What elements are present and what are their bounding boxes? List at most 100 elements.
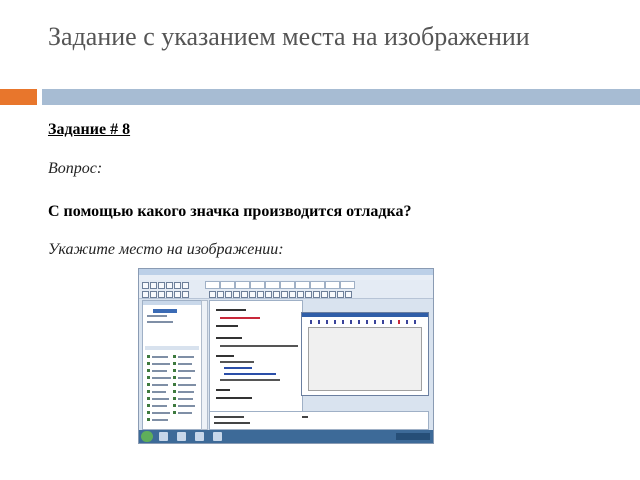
palette-item[interactable] [152, 419, 168, 421]
palette-tab[interactable] [235, 281, 250, 289]
toolbar-button-icon[interactable] [297, 291, 304, 298]
taskbar-app-icon[interactable] [177, 432, 186, 441]
palette-item-icon[interactable] [147, 418, 150, 421]
palette-item[interactable] [178, 405, 195, 407]
palette-tab[interactable] [205, 281, 220, 289]
palette-item[interactable] [152, 391, 166, 393]
palette-item[interactable] [152, 370, 167, 372]
toolbar-button-icon[interactable] [209, 291, 216, 298]
toolbar-button-icon[interactable] [249, 291, 256, 298]
palette-item-icon[interactable] [173, 362, 176, 365]
toolbar-button-icon[interactable] [281, 291, 288, 298]
palette-tab[interactable] [280, 281, 295, 289]
ide-screenshot[interactable] [138, 268, 434, 444]
toolbar-button-icon[interactable] [337, 291, 344, 298]
toolbar-button-icon[interactable] [233, 291, 240, 298]
toolbar-button-icon[interactable] [150, 282, 157, 289]
toolbar-debug[interactable] [139, 289, 433, 299]
toolbar-button-icon[interactable] [174, 282, 181, 289]
palette-item-icon[interactable] [147, 355, 150, 358]
palette-tab[interactable] [250, 281, 265, 289]
toolbar-button-icon[interactable] [321, 291, 328, 298]
palette-tab[interactable] [265, 281, 280, 289]
toolbar-button-icon[interactable] [289, 291, 296, 298]
tree-item[interactable] [147, 315, 167, 317]
toolbar-button-icon[interactable] [150, 291, 157, 298]
project-tree-panel[interactable] [142, 300, 202, 430]
palette-item-icon[interactable] [147, 397, 150, 400]
toolbar-button-icon[interactable] [142, 282, 149, 289]
toolbar-button-icon[interactable] [241, 291, 248, 298]
toolbar-button-icon[interactable] [305, 291, 312, 298]
palette-item-icon[interactable] [147, 390, 150, 393]
palette-item[interactable] [152, 356, 168, 358]
tree-item[interactable] [147, 321, 173, 323]
palette-item-icon[interactable] [173, 376, 176, 379]
grid-dot [342, 320, 344, 324]
palette-tab[interactable] [295, 281, 310, 289]
palette-item[interactable] [152, 398, 169, 400]
palette-item[interactable] [178, 377, 191, 379]
palette-item-icon[interactable] [173, 397, 176, 400]
taskbar-app-icon[interactable] [159, 432, 168, 441]
palette-item-icon[interactable] [147, 376, 150, 379]
panel-scrollbar[interactable] [201, 300, 208, 430]
palette-item-icon[interactable] [147, 404, 150, 407]
palette-item[interactable] [152, 384, 168, 386]
message-line [214, 422, 250, 424]
toolbar-button-icon[interactable] [158, 291, 165, 298]
toolbar-button-icon[interactable] [313, 291, 320, 298]
palette-item[interactable] [152, 412, 170, 414]
form-designer-window[interactable] [301, 312, 429, 396]
palette-item-icon[interactable] [173, 383, 176, 386]
taskbar-app-icon[interactable] [195, 432, 204, 441]
toolbar-button-icon[interactable] [142, 291, 149, 298]
system-tray[interactable] [396, 433, 430, 440]
palette-tab[interactable] [310, 281, 325, 289]
toolbar-button-icon[interactable] [265, 291, 272, 298]
palette-item[interactable] [178, 356, 194, 358]
palette-group-header[interactable] [145, 346, 199, 350]
palette-tab[interactable] [325, 281, 340, 289]
toolbar-button-icon[interactable] [182, 282, 189, 289]
palette-item[interactable] [178, 384, 196, 386]
toolbar-button-icon[interactable] [273, 291, 280, 298]
palette-item-icon[interactable] [147, 411, 150, 414]
palette-item[interactable] [178, 412, 192, 414]
palette-item-icon[interactable] [147, 383, 150, 386]
windows-taskbar[interactable] [139, 430, 433, 443]
toolbar-button-icon[interactable] [166, 291, 173, 298]
message-line [214, 416, 244, 418]
palette-tab[interactable] [340, 281, 355, 289]
palette-item[interactable] [178, 370, 195, 372]
palette-item[interactable] [152, 377, 171, 379]
toolbar-button-icon[interactable] [182, 291, 189, 298]
windows-start-icon[interactable] [141, 431, 153, 442]
code-editor[interactable] [209, 300, 303, 412]
toolbar-button-icon[interactable] [329, 291, 336, 298]
tree-item-selected[interactable] [153, 309, 177, 313]
palette-item-icon[interactable] [173, 355, 176, 358]
palette-item-icon[interactable] [147, 369, 150, 372]
palette-item-icon[interactable] [173, 404, 176, 407]
toolbar-button-icon[interactable] [158, 282, 165, 289]
toolbar-button-icon[interactable] [217, 291, 224, 298]
toolbar-button-icon[interactable] [225, 291, 232, 298]
palette-item-icon[interactable] [147, 362, 150, 365]
palette-item[interactable] [178, 391, 194, 393]
form-canvas[interactable] [308, 327, 422, 391]
toolbar-button-icon[interactable] [345, 291, 352, 298]
palette-item-icon[interactable] [173, 411, 176, 414]
palette-item[interactable] [178, 398, 193, 400]
palette-tab[interactable] [220, 281, 235, 289]
palette-item[interactable] [152, 405, 167, 407]
palette-item[interactable] [152, 363, 170, 365]
toolbar-button-icon[interactable] [166, 282, 173, 289]
toolbar-button-icon[interactable] [174, 291, 181, 298]
palette-item-icon[interactable] [173, 390, 176, 393]
taskbar-app-icon[interactable] [213, 432, 222, 441]
messages-panel[interactable] [209, 411, 429, 430]
palette-item[interactable] [178, 363, 192, 365]
palette-item-icon[interactable] [173, 369, 176, 372]
toolbar-button-icon[interactable] [257, 291, 264, 298]
